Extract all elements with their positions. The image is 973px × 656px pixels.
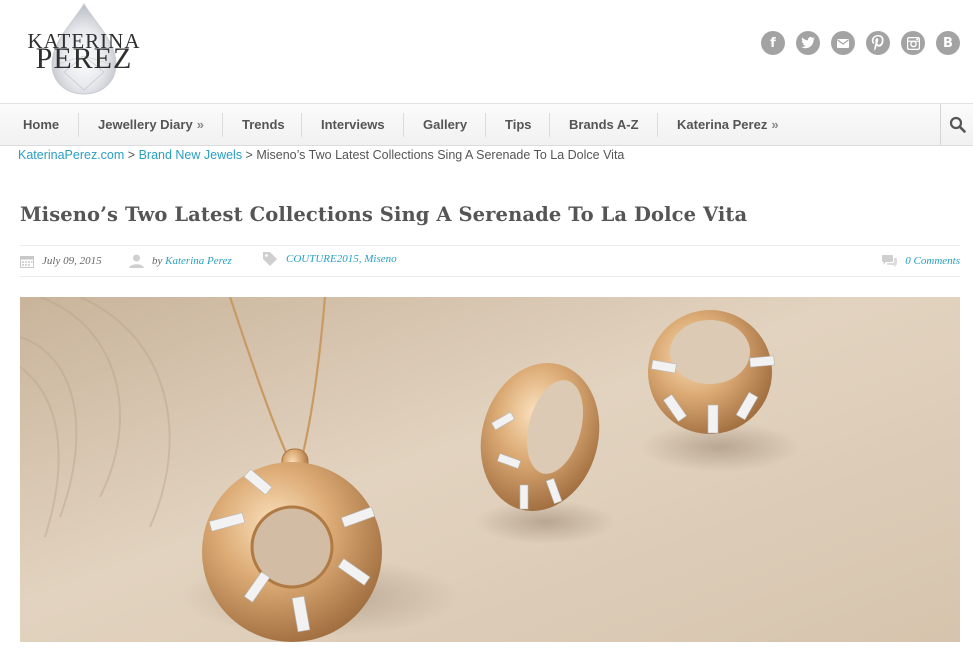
nav-divider [549, 113, 550, 137]
post-tags: COUTURE2015, Miseno [262, 244, 397, 274]
nav-label: Jewellery Diary [98, 117, 193, 132]
nav-divider [78, 113, 79, 137]
facebook-icon[interactable]: f [761, 31, 785, 55]
site-header: KATERINA PEREZ f B [0, 0, 973, 103]
jewellery-photo [20, 297, 960, 642]
logo-line-perez: PEREZ [35, 42, 133, 75]
calendar-icon [20, 255, 34, 268]
main-navigation: Home Jewellery Diary» Trends Interviews … [0, 103, 973, 146]
search-icon [949, 116, 966, 133]
site-logo[interactable]: KATERINA PEREZ [24, 2, 144, 96]
breadcrumb-separator: > [242, 148, 257, 162]
breadcrumb-home-link[interactable]: KaterinaPerez.com [18, 148, 124, 162]
nav-divider [485, 113, 486, 137]
breadcrumb-category-link[interactable]: Brand New Jewels [139, 148, 243, 162]
post-title: Miseno’s Two Latest Collections Sing A S… [20, 203, 748, 226]
breadcrumb-current: Miseno’s Two Latest Collections Sing A S… [256, 148, 625, 162]
submenu-arrow-icon: » [771, 117, 779, 132]
nav-interviews[interactable]: Interviews [321, 104, 385, 145]
search-button[interactable] [940, 104, 973, 145]
vk-icon[interactable]: B [936, 31, 960, 55]
submenu-arrow-icon: » [196, 117, 204, 132]
instagram-icon[interactable] [901, 31, 925, 55]
nav-divider [657, 113, 658, 137]
post-comments: 0 Comments [882, 246, 960, 276]
post-comments-link[interactable]: 0 Comments [905, 255, 960, 267]
pinterest-icon[interactable] [866, 31, 890, 55]
nav-katerina-perez[interactable]: Katerina Perez» [677, 104, 779, 145]
tag-icon [263, 252, 277, 266]
post-tags-links[interactable]: COUTURE2015, Miseno [286, 253, 397, 265]
email-icon[interactable] [831, 31, 855, 55]
post-author-link[interactable]: Katerina Perez [165, 255, 232, 267]
post-date-text: July 09, 2015 [42, 255, 102, 267]
post-date: July 09, 2015 [20, 246, 102, 276]
nav-home[interactable]: Home [23, 104, 59, 145]
nav-divider [222, 113, 223, 137]
nav-tips[interactable]: Tips [505, 104, 532, 145]
twitter-icon[interactable] [796, 31, 820, 55]
nav-gallery[interactable]: Gallery [423, 104, 467, 145]
nav-jewellery-diary[interactable]: Jewellery Diary» [98, 104, 204, 145]
breadcrumb: KaterinaPerez.com > Brand New Jewels > M… [18, 148, 624, 162]
comments-icon [882, 255, 898, 267]
nav-brands-a-z[interactable]: Brands A-Z [569, 104, 639, 145]
social-links: f B [761, 31, 960, 55]
nav-divider [301, 113, 302, 137]
post-meta-bar: July 09, 2015 by Katerina Perez COUTURE2… [20, 245, 960, 277]
post-author: by Katerina Perez [129, 246, 232, 276]
nav-trends[interactable]: Trends [242, 104, 285, 145]
nav-divider [403, 113, 404, 137]
post-author-prefix: by [152, 255, 163, 267]
breadcrumb-separator: > [124, 148, 139, 162]
featured-image[interactable] [20, 297, 960, 642]
user-icon [129, 254, 144, 268]
nav-label: Katerina Perez [677, 117, 768, 132]
